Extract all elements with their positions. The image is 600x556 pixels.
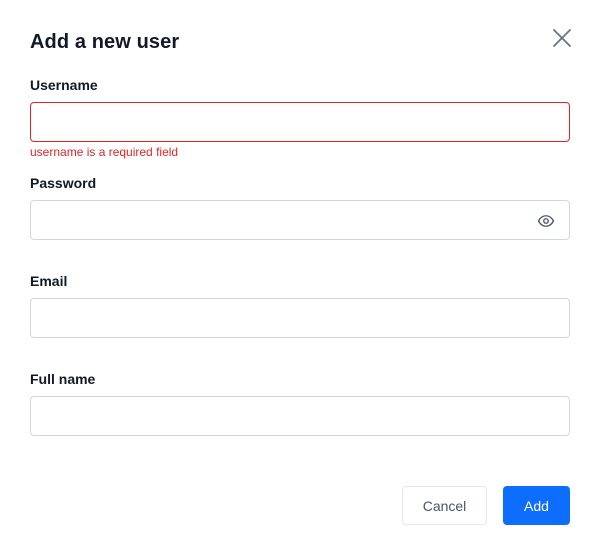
full-name-field-wrapper xyxy=(30,396,570,436)
username-label: Username xyxy=(30,77,98,93)
password-label: Password xyxy=(30,175,97,191)
email-input[interactable] xyxy=(31,299,569,337)
username-input[interactable] xyxy=(31,103,569,141)
email-field-wrapper xyxy=(30,298,570,338)
close-icon[interactable] xyxy=(550,26,574,50)
username-error-message: username is a required field xyxy=(30,145,179,159)
password-input[interactable] xyxy=(31,201,569,239)
full-name-input[interactable] xyxy=(31,397,569,435)
cancel-button[interactable]: Cancel xyxy=(402,486,487,525)
password-field-wrapper xyxy=(30,200,570,240)
full-name-label: Full name xyxy=(30,371,96,387)
add-button[interactable]: Add xyxy=(503,486,570,525)
add-user-dialog: Add a new user Username username is a re… xyxy=(0,0,600,556)
eye-icon[interactable] xyxy=(537,212,555,230)
dialog-title: Add a new user xyxy=(30,31,180,53)
email-label: Email xyxy=(30,273,68,289)
username-field-wrapper xyxy=(30,102,570,142)
